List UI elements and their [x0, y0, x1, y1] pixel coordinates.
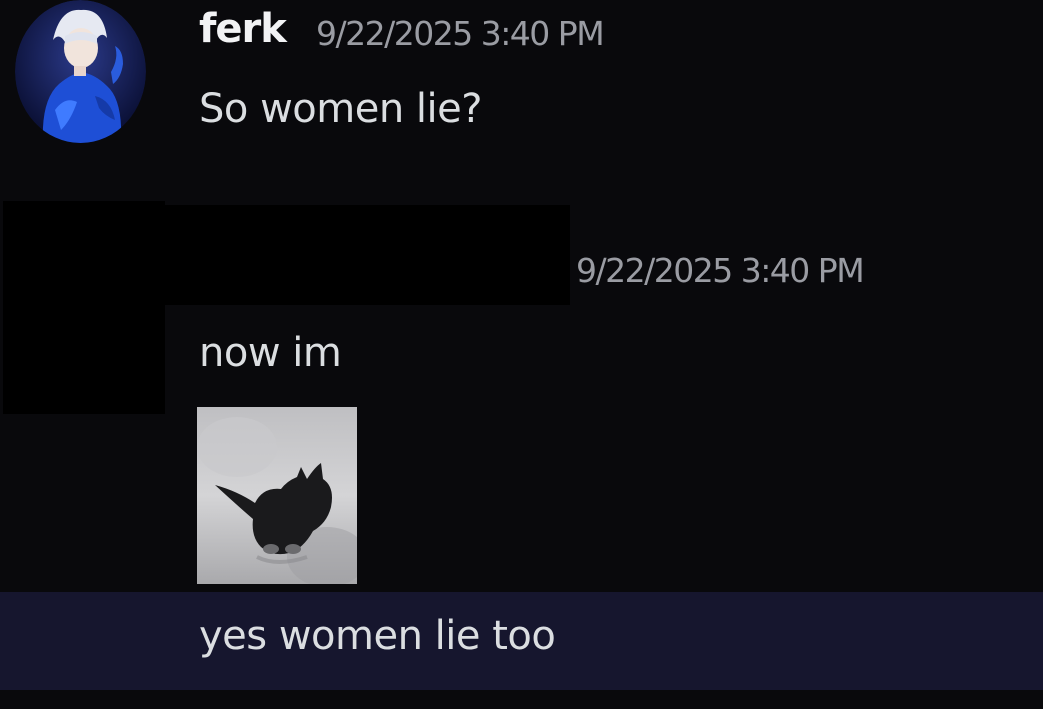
anime-avatar-icon [15, 0, 146, 143]
black-kitten-image-icon [197, 407, 357, 584]
message-timestamp: 9/22/2025 3:40 PM [316, 14, 605, 53]
message-text: now im [199, 330, 342, 376]
message-author[interactable]: ferk [199, 6, 287, 52]
chat-message-list: ferk 9/22/2025 3:40 PM So women lie? 9/2… [0, 0, 1043, 709]
redacted-author [165, 205, 570, 305]
image-attachment[interactable] [197, 407, 357, 584]
message-text: So women lie? [199, 86, 482, 132]
redacted-avatar [3, 201, 165, 414]
user-avatar[interactable] [15, 0, 146, 143]
message-timestamp: 9/22/2025 3:40 PM [576, 251, 865, 290]
message-text: yes women lie too [199, 613, 556, 659]
